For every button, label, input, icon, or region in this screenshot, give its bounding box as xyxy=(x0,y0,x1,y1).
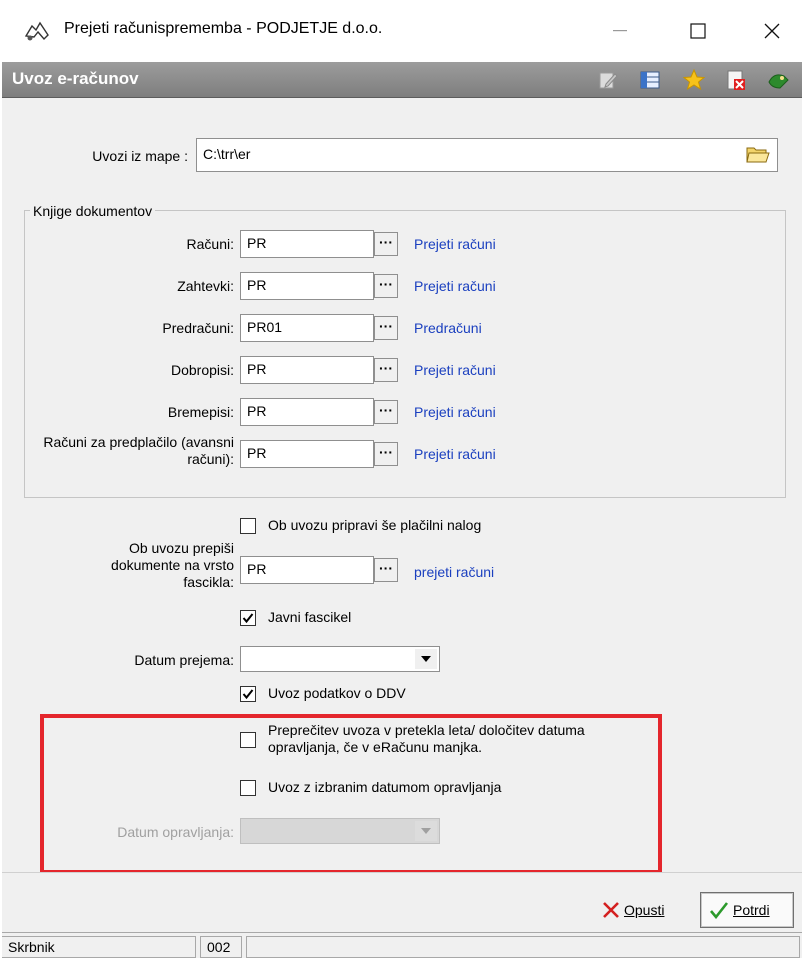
confirm-button[interactable]: Potrdi xyxy=(700,892,794,928)
books-row-label: Zahtevki: xyxy=(177,278,234,294)
public-folder-label: Javni fascikel xyxy=(268,609,352,625)
books-row-link[interactable]: Prejeti računi xyxy=(414,362,496,378)
browse-button[interactable]: ··· xyxy=(374,274,398,298)
cancel-label: Opusti xyxy=(624,902,665,918)
receipt-date-combo[interactable] xyxy=(240,646,440,672)
browse-button[interactable]: ··· xyxy=(374,232,398,256)
public-folder-checkbox[interactable] xyxy=(240,610,256,626)
receipt-date-label: Datum prejema: xyxy=(134,652,234,668)
minimize-icon xyxy=(613,30,627,32)
maximize-icon xyxy=(690,23,706,39)
edit-icon[interactable] xyxy=(596,68,620,92)
browse-button[interactable]: ··· xyxy=(374,358,398,382)
prevent-past-checkbox[interactable] xyxy=(240,732,256,748)
app-icon xyxy=(24,21,49,41)
folder-type-label: Ob uvozu prepiši dokumente na vrsto fasc… xyxy=(111,540,234,590)
books-row-input[interactable]: PR xyxy=(240,230,374,258)
browse-button[interactable]: ··· xyxy=(374,400,398,424)
selected-date-checkbox[interactable] xyxy=(240,780,256,796)
books-row-label: Bremepisi: xyxy=(167,404,234,420)
payment-order-checkbox[interactable] xyxy=(240,518,256,534)
dropdown-arrow[interactable] xyxy=(415,821,437,841)
page-title: Uvoz e-računov xyxy=(12,69,139,88)
close-doc-icon[interactable] xyxy=(724,68,748,92)
maximize-button[interactable] xyxy=(668,10,728,52)
books-row-label: Predračuni: xyxy=(162,320,234,336)
columns-icon[interactable] xyxy=(638,68,662,92)
folder-input[interactable]: C:\trr\er xyxy=(196,138,778,172)
dropdown-arrow[interactable] xyxy=(415,649,437,669)
close-button[interactable] xyxy=(742,10,802,52)
books-row-label: Dobropisi: xyxy=(170,362,234,378)
status-bar: Skrbnik 002 xyxy=(2,932,802,958)
browse-button[interactable]: ··· xyxy=(374,558,398,582)
books-row-link[interactable]: Prejeti računi xyxy=(414,446,496,462)
close-icon xyxy=(764,23,780,39)
books-row-link[interactable]: Prejeti računi xyxy=(414,404,496,420)
title-bar: Prejeti računisprememba - PODJETJE d.o.o… xyxy=(0,0,802,62)
status-user: Skrbnik xyxy=(2,936,196,958)
books-row-link[interactable]: Prejeti računi xyxy=(414,278,496,294)
status-extra xyxy=(246,936,800,958)
button-bar xyxy=(2,872,802,932)
cancel-button[interactable]: Opusti xyxy=(594,892,672,928)
service-date-combo[interactable] xyxy=(240,818,440,844)
books-row-input[interactable]: PR xyxy=(240,356,374,384)
folder-label: Uvozi iz mape : xyxy=(92,148,188,164)
books-row-link[interactable]: Prejeti računi xyxy=(414,236,496,252)
folder-type-input[interactable]: PR xyxy=(240,556,374,584)
payment-order-label: Ob uvozu pripravi še plačilni nalog xyxy=(268,517,482,533)
books-row-input[interactable]: PR01 xyxy=(240,314,374,342)
prevent-past-label: Preprečitev uvoza v pretekla leta/ določ… xyxy=(268,722,585,755)
minimize-button[interactable] xyxy=(590,10,650,52)
vat-import-label: Uvoz podatkov o DDV xyxy=(268,685,406,701)
books-row-input[interactable]: PR xyxy=(240,440,374,468)
books-row-input[interactable]: PR xyxy=(240,272,374,300)
star-icon[interactable] xyxy=(682,68,706,92)
checkmark-icon xyxy=(710,902,729,919)
status-code: 002 xyxy=(200,936,242,958)
browse-button[interactable]: ··· xyxy=(374,442,398,466)
exit-icon[interactable] xyxy=(766,68,790,92)
books-row-input[interactable]: PR xyxy=(240,398,374,426)
chevron-down-icon xyxy=(421,828,431,834)
cancel-x-icon xyxy=(603,902,619,918)
chevron-down-icon xyxy=(421,656,431,662)
browse-button[interactable]: ··· xyxy=(374,316,398,340)
folder-type-link[interactable]: prejeti računi xyxy=(414,564,494,580)
books-row-label: Računi za predplačilo (avansni računi): xyxy=(43,434,234,467)
header-band: Uvoz e-računov xyxy=(2,62,802,98)
selected-date-label: Uvoz z izbranim datumom opravljanja xyxy=(268,779,502,795)
service-date-label: Datum opravljanja: xyxy=(117,824,234,840)
vat-import-checkbox[interactable] xyxy=(240,686,256,702)
books-row-link[interactable]: Predračuni xyxy=(414,320,482,336)
checkmark-icon xyxy=(242,613,254,624)
checkmark-icon xyxy=(242,689,254,700)
books-row-label: Računi: xyxy=(186,236,234,252)
window-title: Prejeti računisprememba - PODJETJE d.o.o… xyxy=(64,20,383,37)
books-legend: Knjige dokumentov xyxy=(30,203,156,219)
folder-open-icon[interactable] xyxy=(745,143,771,165)
confirm-label: Potrdi xyxy=(733,902,770,918)
